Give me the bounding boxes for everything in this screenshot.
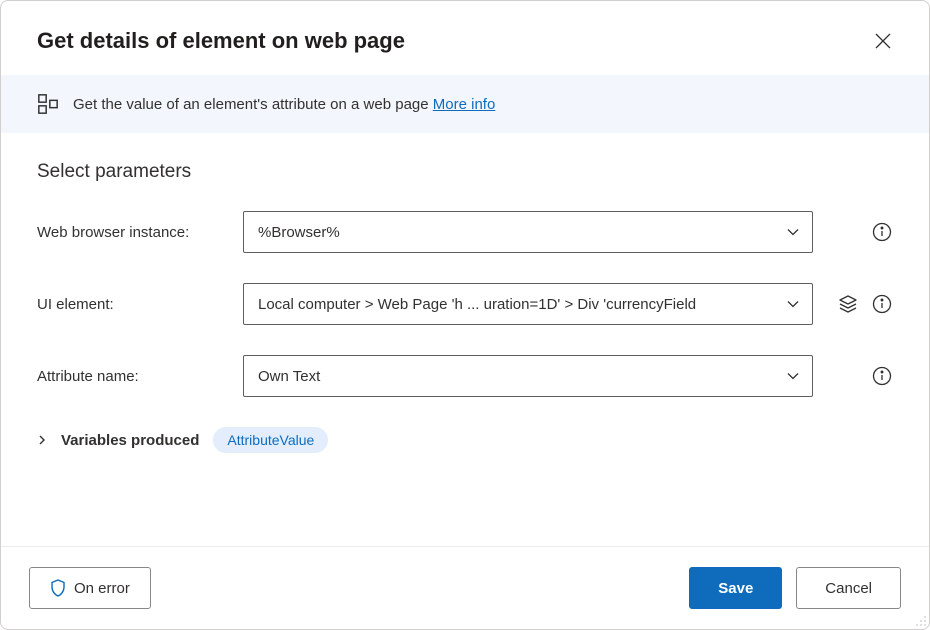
chevron-down-icon bbox=[786, 297, 800, 311]
close-icon bbox=[875, 33, 891, 49]
browser-instance-value: %Browser% bbox=[258, 224, 340, 241]
on-error-button[interactable]: On error bbox=[29, 567, 151, 609]
header: Get details of element on web page bbox=[1, 1, 929, 75]
footer-right: Save Cancel bbox=[689, 567, 901, 609]
section-heading: Select parameters bbox=[37, 161, 893, 183]
footer: On error Save Cancel bbox=[1, 546, 929, 629]
element-icon bbox=[37, 93, 59, 115]
attribute-name-select[interactable]: Own Text bbox=[243, 355, 813, 397]
chevron-down-icon bbox=[786, 225, 800, 239]
field-actions bbox=[829, 365, 893, 387]
field-uielement-label: UI element: bbox=[37, 296, 227, 313]
more-info-link[interactable]: More info bbox=[433, 96, 496, 113]
field-attribute-label: Attribute name: bbox=[37, 368, 227, 385]
resize-grip-icon[interactable] bbox=[913, 613, 927, 627]
info-icon bbox=[872, 222, 892, 242]
info-icon bbox=[872, 366, 892, 386]
on-error-label: On error bbox=[74, 580, 130, 597]
uielement-info-button[interactable] bbox=[871, 293, 893, 315]
variable-badge[interactable]: AttributeValue bbox=[213, 427, 328, 453]
layers-icon bbox=[838, 294, 858, 314]
field-browser-label: Web browser instance: bbox=[37, 224, 227, 241]
browser-info-button[interactable] bbox=[871, 221, 893, 243]
banner-text: Get the value of an element's attribute … bbox=[73, 96, 433, 113]
attribute-name-value: Own Text bbox=[258, 368, 320, 385]
ui-element-value: Local computer > Web Page 'h ... uration… bbox=[258, 296, 696, 313]
chevron-right-icon[interactable] bbox=[37, 435, 47, 445]
banner-text-container: Get the value of an element's attribute … bbox=[73, 96, 495, 113]
info-banner: Get the value of an element's attribute … bbox=[1, 75, 929, 133]
dialog: Get details of element on web page Get t… bbox=[0, 0, 930, 630]
variables-produced-row: Variables produced AttributeValue bbox=[37, 427, 893, 453]
field-attribute-row: Attribute name: Own Text bbox=[37, 355, 893, 397]
attribute-info-button[interactable] bbox=[871, 365, 893, 387]
field-browser-row: Web browser instance: %Browser% bbox=[37, 211, 893, 253]
content: Select parameters Web browser instance: … bbox=[1, 133, 929, 546]
cancel-button[interactable]: Cancel bbox=[796, 567, 901, 609]
ui-element-picker-button[interactable] bbox=[837, 293, 859, 315]
field-actions bbox=[829, 221, 893, 243]
ui-element-select[interactable]: Local computer > Web Page 'h ... uration… bbox=[243, 283, 813, 325]
info-icon bbox=[872, 294, 892, 314]
shield-icon bbox=[50, 579, 66, 597]
field-uielement-row: UI element: Local computer > Web Page 'h… bbox=[37, 283, 893, 325]
chevron-down-icon bbox=[786, 369, 800, 383]
close-button[interactable] bbox=[867, 25, 899, 57]
save-button[interactable]: Save bbox=[689, 567, 782, 609]
field-actions bbox=[829, 293, 893, 315]
browser-instance-select[interactable]: %Browser% bbox=[243, 211, 813, 253]
variables-produced-label: Variables produced bbox=[61, 432, 199, 449]
dialog-title: Get details of element on web page bbox=[37, 28, 405, 54]
